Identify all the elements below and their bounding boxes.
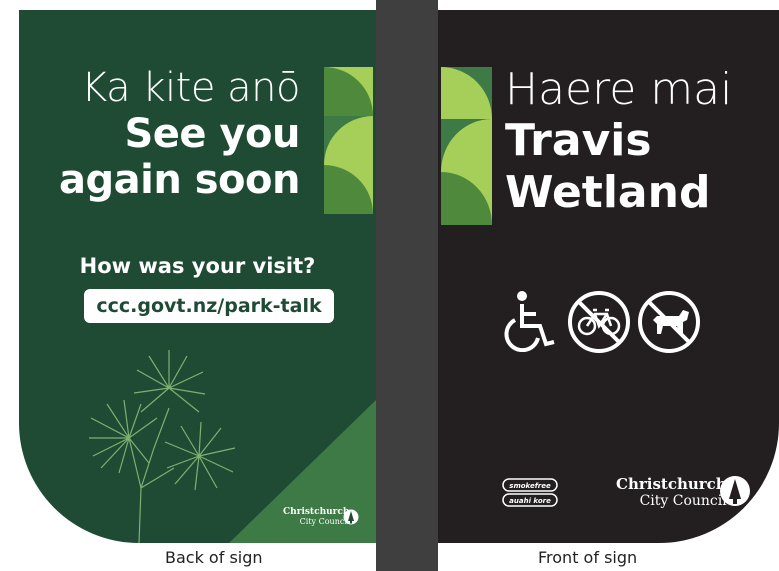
visit-question: How was your visit? bbox=[79, 254, 316, 278]
back-caption: Back of sign bbox=[165, 548, 263, 567]
cathedral-logo-icon bbox=[343, 509, 359, 525]
council-logo: Christchurch City Council bbox=[616, 475, 727, 510]
sign-pole bbox=[376, 0, 438, 571]
logo-name: Christchurch bbox=[283, 507, 350, 517]
wheelchair-access-icon bbox=[504, 291, 555, 352]
location-name-line-1: Travis bbox=[505, 115, 652, 166]
no-dogs-icon bbox=[638, 291, 700, 353]
no-bicycles-icon bbox=[568, 291, 630, 353]
greeting-maori: Haere mai bbox=[505, 64, 733, 115]
front-caption: Front of sign bbox=[538, 548, 638, 567]
back-sign-panel: Ka kite anō See you again soon How was y… bbox=[19, 10, 376, 543]
cathedral-logo-icon bbox=[720, 476, 750, 506]
smokefree-text: smokefree bbox=[509, 482, 551, 490]
auahi-kore-text: auahi kore bbox=[509, 497, 551, 505]
front-sign-panel: Haere mai Travis Wetland smokefree auahi… bbox=[438, 10, 779, 543]
front-greeting: Haere mai Travis Wetland bbox=[505, 65, 732, 219]
feedback-url[interactable]: ccc.govt.nz/park-talk bbox=[84, 289, 334, 323]
logo-subtitle: City Council bbox=[639, 493, 727, 509]
location-name-line-2: Wetland bbox=[505, 167, 711, 218]
smokefree-icon: smokefree auahi kore bbox=[502, 478, 558, 507]
back-greeting: Ka kite anō See you again soon bbox=[59, 65, 300, 203]
cabbage-tree-icon bbox=[89, 350, 236, 543]
greeting-line-1: See you bbox=[124, 111, 300, 157]
logo-name: Christchurch bbox=[616, 475, 727, 493]
leaf-tiles-icon bbox=[441, 67, 492, 225]
rules-icons bbox=[502, 290, 702, 356]
greeting-line-2: again soon bbox=[59, 157, 300, 203]
greeting-maori: Ka kite anō bbox=[81, 65, 300, 111]
leaf-tiles-icon bbox=[324, 67, 373, 214]
logo-subtitle: City Council bbox=[299, 517, 350, 526]
council-logo-small: Christchurch City Council bbox=[283, 507, 350, 527]
